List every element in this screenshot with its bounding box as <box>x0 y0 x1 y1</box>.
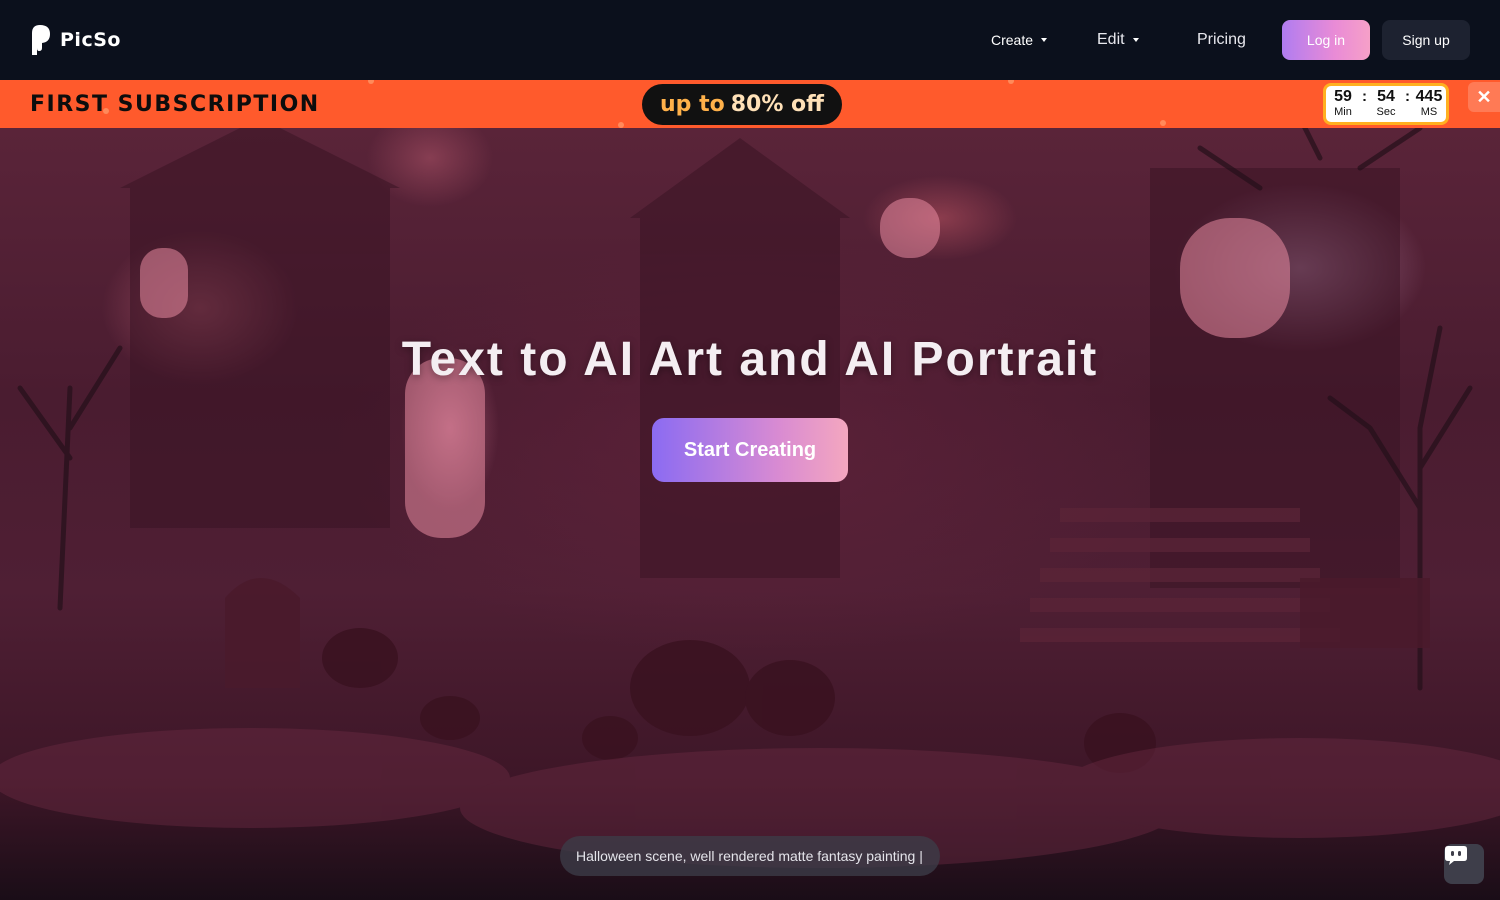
nav-edit-label: Edit <box>1097 31 1125 48</box>
discount-prefix: up to <box>660 92 725 117</box>
prompt-example-input[interactable]: Halloween scene, well rendered matte fan… <box>560 836 940 876</box>
chevron-down-icon <box>1132 38 1139 42</box>
timer-ms-label: MS <box>1420 106 1438 118</box>
chat-bot-icon <box>1445 846 1467 865</box>
timer-min-label: Min <box>1334 106 1352 118</box>
timer-minutes: 59 Min <box>1326 89 1360 119</box>
halloween-scene-background <box>0 128 1500 868</box>
brand-name: PicSo <box>60 29 121 51</box>
timer-min-value: 59 <box>1334 88 1352 105</box>
timer-sec-label: Sec <box>1376 106 1396 118</box>
top-navigation-bar: PicSo Create Edit Pricing Log in Sign up <box>0 0 1500 80</box>
hero-title: Text to AI Art and AI Portrait <box>401 333 1099 386</box>
nav-edit-dropdown[interactable]: Edit <box>1097 31 1139 49</box>
nav-pricing-link[interactable]: Pricing <box>1197 31 1246 49</box>
discount-value: 80% off <box>730 92 824 117</box>
timer-separator: : <box>1362 88 1367 105</box>
timer-milliseconds: 445 MS <box>1412 89 1446 119</box>
picso-logo-icon <box>32 25 50 55</box>
nav-create-dropdown[interactable]: Create <box>991 32 1048 48</box>
close-promo-button[interactable]: ✕ <box>1468 82 1500 112</box>
discount-badge: up to 80% off <box>642 84 842 125</box>
start-creating-button[interactable]: Start Creating <box>652 418 848 482</box>
promo-title: FIRST SUBSCRIPTION <box>30 92 320 117</box>
nav-create-label: Create <box>991 32 1034 48</box>
close-icon: ✕ <box>1476 86 1492 107</box>
hero-section: Text to AI Art and AI Portrait Start Cre… <box>0 128 1500 900</box>
chat-support-button[interactable] <box>1444 844 1484 884</box>
timer-separator: : <box>1405 88 1410 105</box>
brand-logo[interactable]: PicSo <box>30 24 121 56</box>
timer-sec-value: 54 <box>1377 88 1395 105</box>
login-button[interactable]: Log in <box>1282 20 1370 60</box>
timer-ms-value: 445 <box>1415 88 1443 105</box>
signup-button[interactable]: Sign up <box>1382 20 1470 60</box>
timer-seconds: 54 Sec <box>1369 89 1403 119</box>
countdown-timer: 59 Min : 54 Sec : 445 MS <box>1323 83 1449 125</box>
promo-banner: FIRST SUBSCRIPTION up to 80% off <box>0 80 1500 128</box>
chevron-down-icon <box>1041 38 1048 42</box>
